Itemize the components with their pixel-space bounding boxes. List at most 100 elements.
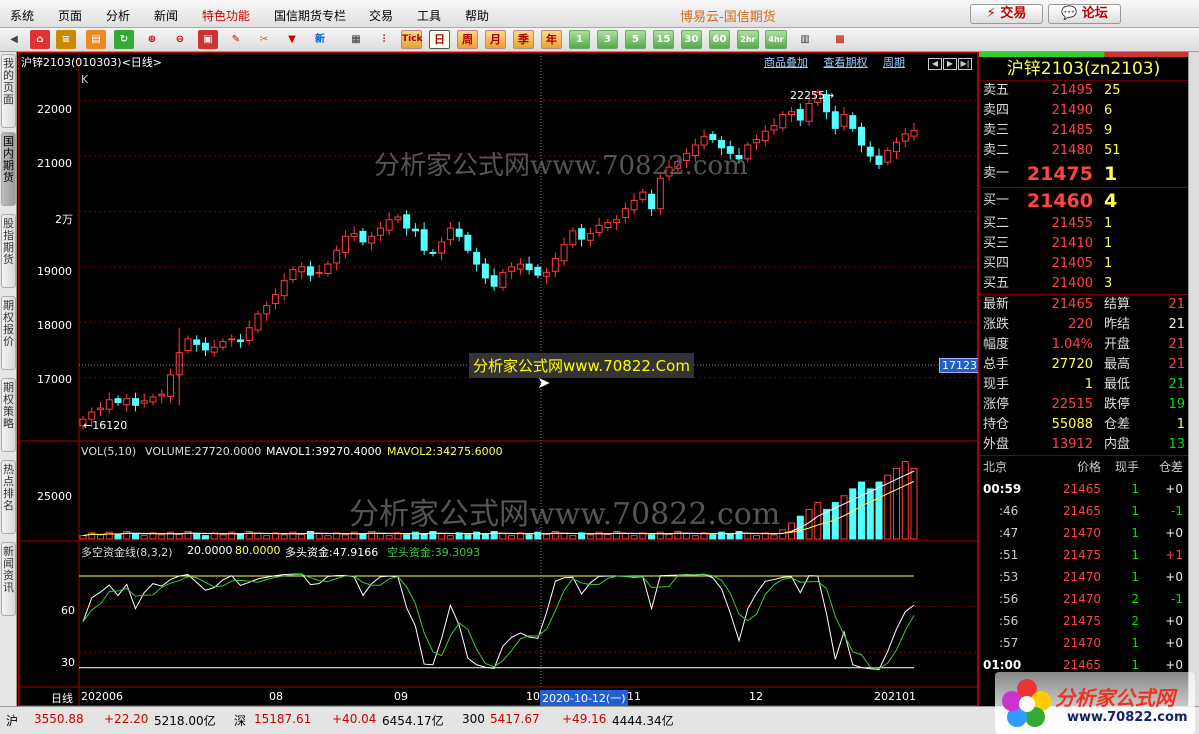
volume-bar [315,533,323,540]
ask-label: 卖四 [983,103,1010,118]
bid-volume: 4 [1104,190,1118,212]
volume-bar [586,534,594,540]
menu-special[interactable]: 特色功能 [202,7,250,24]
cycle-60min[interactable]: 60 [709,30,730,49]
volume-bar [263,535,271,540]
database-icon[interactable]: ≡ [56,30,76,49]
candle-body [499,271,507,288]
tick-time: 00:59 [983,482,1022,496]
stat-value: 55088 [1051,417,1093,432]
volume-bar [376,533,384,540]
site-logo: 分析家公式网 www.70822.com [995,672,1195,734]
tab-hot-ranking[interactable]: 热点排名 [1,460,16,534]
tab-news[interactable]: 新闻资讯 [1,542,16,616]
view-options-link[interactable]: 查看期权 [824,56,868,69]
tab-label: 我的页面 [3,57,14,106]
window-icon[interactable]: ▣ [198,30,218,49]
date-tick: 08 [269,690,283,703]
nav-right-icon[interactable]: ▶ [943,58,957,70]
filter-icon[interactable]: ▼ [282,30,302,49]
news-icon[interactable]: ▤ [86,30,106,49]
volume-bar [464,534,472,540]
candle-body [289,269,297,281]
bid-row: 买四 21405 1 [979,254,1188,274]
cycle-30min[interactable]: 30 [681,30,702,49]
candle-body [123,398,131,406]
kline-icon[interactable]: ⫶ [374,30,394,49]
overlay-link[interactable]: 商品叠加 [764,56,808,69]
tab-my-page[interactable]: 我的页面 [1,54,16,128]
tick-row: :57 21470 1 +0 [979,632,1188,654]
menu-guoxin[interactable]: 国信期货专栏 [274,7,346,24]
indicator-icon[interactable]: ▥ [795,30,815,49]
cycle-1min[interactable]: 1 [569,30,590,49]
stat-value: 1.04% [1051,337,1093,352]
stat-label: 结算 [1104,297,1131,312]
volume-bar [341,534,349,540]
forum-button[interactable]: 💬 论坛 [1048,4,1121,24]
new-icon[interactable]: 新 [310,30,330,49]
draw-icon[interactable]: ✎ [226,30,246,49]
volume-bar [123,530,131,540]
volume-bar [621,533,629,540]
day-button[interactable]: 日 [429,30,450,49]
volume-bar [131,533,139,540]
menu-help[interactable]: 帮助 [465,7,489,24]
tab-domestic-futures[interactable]: 国内期货 [1,132,16,206]
candle-body [753,138,761,144]
stat-value: 21465 [1051,297,1093,312]
cycle-4hr[interactable]: 4hr [765,30,787,49]
layout-icon[interactable]: ▩ [830,30,850,49]
menu-tools[interactable]: 工具 [417,7,441,24]
nav-left-icon[interactable]: ◀ [928,58,942,70]
year-button[interactable]: 年 [541,30,562,49]
candle-body [193,339,201,345]
volume-bar [543,533,551,540]
tab-option-strategy[interactable]: 期权策略 [1,378,16,452]
menu-analysis[interactable]: 分析 [106,7,130,24]
tick-col-oi: 仓差 [1158,460,1183,474]
season-button[interactable]: 季 [513,30,534,49]
candle-body [341,235,349,253]
refresh-icon[interactable]: ↻ [114,30,134,49]
month-button[interactable]: 月 [485,30,506,49]
toolbar: ◀ ⌂ ≡ ▤ ↻ ⊕ ⊖ ▣ ✎ ✂ ▼ 新 ▦ ⫶ Tick 日 周 月 季… [0,28,1199,52]
period-link[interactable]: 周期 [883,56,905,69]
week-button[interactable]: 周 [457,30,478,49]
volume-bar [236,533,244,540]
cycle-2hr[interactable]: 2hr [737,30,759,49]
stat-label: 仓差 [1104,417,1131,432]
volume-bar [140,535,148,540]
zoom-out-icon[interactable]: ⊖ [170,30,190,49]
ask-row: 卖二 21480 51 [979,141,1188,161]
cycle-15min[interactable]: 15 [653,30,674,49]
kline-chart[interactable]: 沪锌2103(010303)<日线> K 商品叠加 查看期权 周期 ◀ ▶ ▶| 2… [18,52,980,706]
cut-icon[interactable]: ✂ [254,30,274,49]
back-icon[interactable]: ◀ [4,30,24,49]
tab-index-futures[interactable]: 股指期货 [1,214,16,288]
i300-change: +49.16 [562,712,607,726]
home-icon[interactable]: ⌂ [30,30,50,49]
volume-bar [385,535,393,540]
stat-row: 总手 27720 最高 21 [979,355,1188,375]
zoom-in-icon[interactable]: ⊕ [142,30,162,49]
cycle-3min[interactable]: 3 [597,30,618,49]
table-icon[interactable]: ▦ [346,30,366,49]
i300-amount: 4444.34亿 [612,714,674,728]
ask-row: 卖三 21485 9 [979,121,1188,141]
menu-page[interactable]: 页面 [58,7,82,24]
scrollbar[interactable] [1188,52,1199,706]
tick-button[interactable]: Tick [401,30,423,49]
candle-body [184,338,192,351]
tick-price: 21470 [1062,592,1101,606]
candle-body [368,235,376,244]
volume-bar [630,535,638,540]
tab-option-quotes[interactable]: 期权报价 [1,296,16,370]
menu-news[interactable]: 新闻 [154,7,178,24]
menu-trade[interactable]: 交易 [369,7,393,24]
trade-button[interactable]: ⚡ 交易 [970,4,1043,24]
cycle-5min[interactable]: 5 [625,30,646,49]
menu-system[interactable]: 系统 [10,7,34,24]
i300-value: 5417.67 [490,712,540,726]
nav-end-icon[interactable]: ▶| [958,58,972,70]
